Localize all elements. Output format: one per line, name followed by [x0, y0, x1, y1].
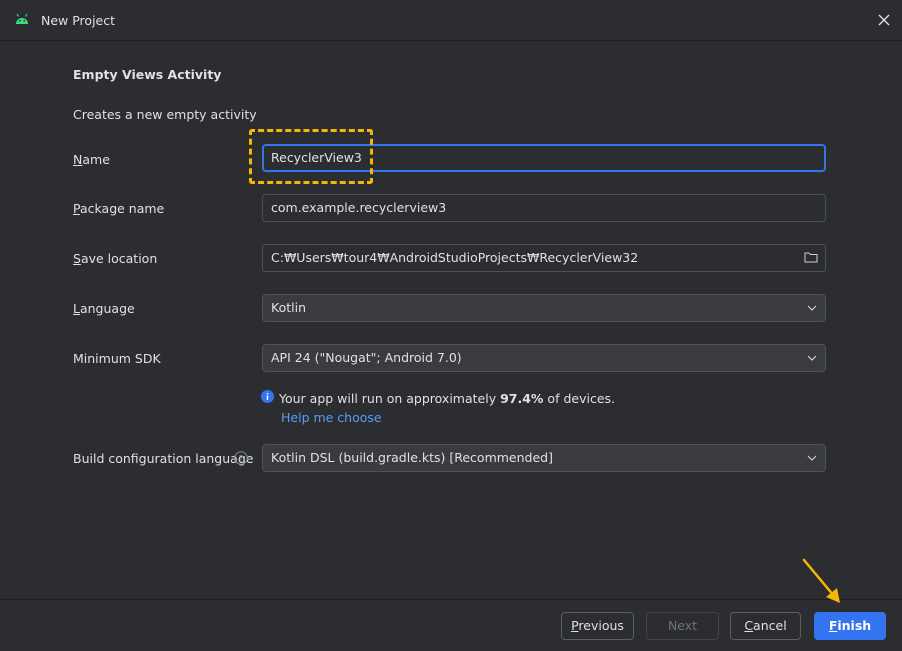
help-me-choose-link[interactable]: Help me choose: [281, 410, 382, 425]
sdk-coverage-text: Your app will run on approximately 97.4%…: [279, 391, 615, 406]
build-config-language-value: Kotlin DSL (build.gradle.kts) [Recommend…: [271, 450, 553, 465]
name-label: Name: [73, 152, 110, 167]
dialog-footer: Previous Next Cancel Finish: [0, 599, 902, 651]
language-value: Kotlin: [271, 300, 306, 315]
save-location-label: Save location: [73, 251, 158, 266]
window-title: New Project: [41, 13, 116, 28]
title-bar: New Project: [0, 0, 902, 41]
help-question-icon[interactable]: ?: [234, 451, 248, 465]
folder-icon[interactable]: [804, 251, 818, 263]
package-name-input[interactable]: com.example.recyclerview3: [262, 194, 826, 222]
min-sdk-label: Minimum SDK: [73, 351, 161, 366]
package-name-label: Package name: [73, 201, 165, 216]
new-project-dialog: New Project Empty Views Activity Creates…: [0, 0, 902, 651]
name-input[interactable]: RecyclerView3: [262, 144, 826, 172]
sdk-coverage-percent: 97.4%: [500, 391, 544, 406]
next-button[interactable]: Next: [646, 612, 719, 640]
build-config-language-select[interactable]: Kotlin DSL (build.gradle.kts) [Recommend…: [262, 444, 826, 472]
template-description: Creates a new empty activity: [73, 107, 257, 122]
save-location-value: C:₩Users₩tour4₩AndroidStudioProjects₩Rec…: [271, 250, 639, 265]
previous-button[interactable]: Previous: [561, 612, 634, 640]
finish-button[interactable]: Finish: [814, 612, 886, 640]
android-icon: [16, 13, 28, 24]
info-icon: [261, 390, 274, 403]
close-icon[interactable]: [876, 12, 892, 28]
build-config-language-label: Build configuration language: [73, 451, 254, 466]
chevron-down-icon: [807, 455, 817, 461]
save-location-input[interactable]: C:₩Users₩tour4₩AndroidStudioProjects₩Rec…: [262, 244, 826, 272]
cancel-button[interactable]: Cancel: [730, 612, 801, 640]
min-sdk-select[interactable]: API 24 ("Nougat"; Android 7.0): [262, 344, 826, 372]
chevron-down-icon: [807, 355, 817, 361]
language-label: Language: [73, 301, 135, 316]
template-heading: Empty Views Activity: [73, 67, 222, 82]
language-select[interactable]: Kotlin: [262, 294, 826, 322]
svg-text:?: ?: [239, 455, 244, 465]
min-sdk-value: API 24 ("Nougat"; Android 7.0): [271, 350, 462, 365]
chevron-down-icon: [807, 305, 817, 311]
